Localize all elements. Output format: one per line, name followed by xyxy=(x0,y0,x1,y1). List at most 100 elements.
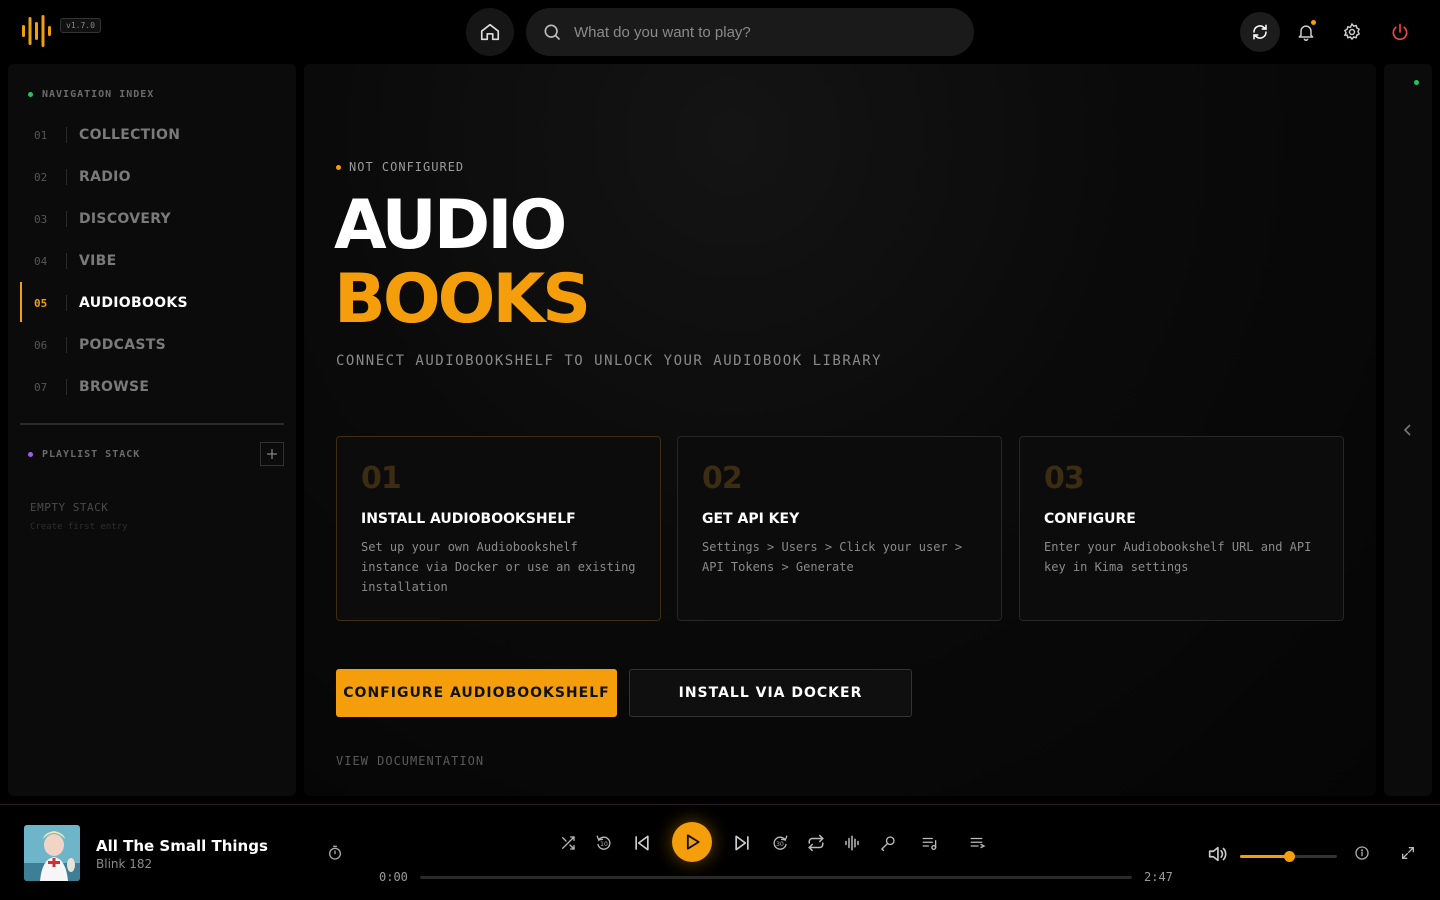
step-description: Settings > Users > Click your user > API… xyxy=(702,540,963,574)
step-number: 01 xyxy=(361,461,402,496)
nav-divider xyxy=(66,211,67,227)
step-title: GET API KEY xyxy=(702,511,800,527)
empty-stack-title: EMPTY STACK xyxy=(30,501,109,514)
player-bar: All The Small Things Blink 182 10 30 0:0… xyxy=(0,804,1440,900)
step-title: CONFIGURE xyxy=(1044,511,1136,527)
step-card-api-key: 02 GET API KEY Settings > Users > Click … xyxy=(677,436,1002,621)
track-title[interactable]: All The Small Things xyxy=(96,837,268,855)
search-icon xyxy=(542,22,562,42)
track-artist[interactable]: Blink 182 xyxy=(96,857,152,871)
configure-audiobookshelf-button[interactable]: CONFIGURE AUDIOBOOKSHELF xyxy=(336,669,617,717)
plus-icon xyxy=(266,448,278,460)
top-bar: v1.7.0 xyxy=(0,0,1440,64)
nav-number: 01 xyxy=(34,128,48,142)
nav-number: 07 xyxy=(34,380,48,394)
bell-icon xyxy=(1296,22,1316,42)
install-via-docker-button[interactable]: INSTALL VIA DOCKER xyxy=(629,669,912,717)
page-title-line1: AUDIO xyxy=(334,186,567,265)
sync-button[interactable] xyxy=(1240,12,1280,52)
nav-divider xyxy=(66,295,67,311)
nav-label: DISCOVERY xyxy=(79,211,171,227)
rewind-10-button[interactable]: 10 xyxy=(592,831,616,855)
status-text: NOT CONFIGURED xyxy=(349,160,465,174)
home-button[interactable] xyxy=(466,8,514,56)
volume-icon[interactable] xyxy=(1206,843,1228,865)
chevron-left-icon[interactable] xyxy=(1400,422,1416,438)
microphone-icon xyxy=(879,834,897,852)
page-subtitle: CONNECT AUDIOBOOKSHELF TO UNLOCK YOUR AU… xyxy=(336,353,883,369)
status-badge: NOT CONFIGURED xyxy=(336,160,464,174)
nav-label: COLLECTION xyxy=(79,127,181,143)
play-button[interactable] xyxy=(672,822,712,862)
sidebar-item-audiobooks[interactable]: 05 AUDIOBOOKS xyxy=(20,282,284,324)
logout-button[interactable] xyxy=(1380,12,1420,52)
step-description: Set up your own Audiobookshelf instance … xyxy=(361,540,636,594)
time-total: 2:47 xyxy=(1144,870,1173,884)
sidebar-item-radio[interactable]: 02 RADIO xyxy=(20,156,284,198)
play-icon xyxy=(682,832,702,852)
sidebar-item-podcasts[interactable]: 06 PODCASTS xyxy=(20,324,284,366)
search-bar[interactable] xyxy=(526,8,974,56)
sleep-timer-icon[interactable] xyxy=(327,845,343,861)
sidebar-item-vibe[interactable]: 04 VIBE xyxy=(20,240,284,282)
next-icon xyxy=(732,833,752,853)
progress-bar[interactable] xyxy=(420,876,1132,879)
notification-dot xyxy=(1311,20,1316,25)
add-playlist-button[interactable] xyxy=(260,442,284,466)
version-badge: v1.7.0 xyxy=(60,18,101,33)
nav-divider xyxy=(66,253,67,269)
queue-button[interactable] xyxy=(966,831,990,855)
nav-label: VIBE xyxy=(79,253,117,269)
status-dot xyxy=(1414,80,1419,85)
step-card-install: 01 INSTALL AUDIOBOOKSHELF Set up your ow… xyxy=(336,436,661,621)
step-description: Enter your Audiobookshelf URL and API ke… xyxy=(1044,540,1312,574)
sidebar-item-browse[interactable]: 07 BROWSE xyxy=(20,366,284,408)
notifications-button[interactable] xyxy=(1286,12,1326,52)
sidebar-item-discovery[interactable]: 03 DISCOVERY xyxy=(20,198,284,240)
expand-icon[interactable] xyxy=(1400,845,1416,861)
step-title: INSTALL AUDIOBOOKSHELF xyxy=(361,511,576,527)
svg-text:10: 10 xyxy=(600,841,608,848)
rewind-10-icon: 10 xyxy=(595,834,613,852)
waveform-icon xyxy=(843,834,861,852)
status-dot xyxy=(336,164,341,170)
shuffle-button[interactable] xyxy=(556,831,580,855)
view-documentation-link[interactable]: VIEW DOCUMENTATION xyxy=(336,754,484,768)
nav-number: 03 xyxy=(34,212,48,226)
nav-list: 01 COLLECTION 02 RADIO 03 DISCOVERY 04 V… xyxy=(20,114,284,408)
playlist-music-icon xyxy=(921,834,939,852)
sidebar: NAVIGATION INDEX 01 COLLECTION 02 RADIO … xyxy=(8,64,296,796)
info-icon[interactable] xyxy=(1354,845,1370,861)
album-cover[interactable] xyxy=(24,825,80,881)
repeat-button[interactable] xyxy=(804,831,828,855)
nav-divider xyxy=(66,127,67,143)
sidebar-item-collection[interactable]: 01 COLLECTION xyxy=(20,114,284,156)
nav-number: 05 xyxy=(34,296,48,310)
volume-slider[interactable] xyxy=(1240,851,1337,862)
nav-label: RADIO xyxy=(79,169,131,185)
nav-label: BROWSE xyxy=(79,379,150,395)
forward-30-button[interactable]: 30 xyxy=(768,831,792,855)
nav-divider xyxy=(66,379,67,395)
nav-section-title: NAVIGATION INDEX xyxy=(42,89,155,100)
nav-number: 04 xyxy=(34,254,48,268)
volume-fill xyxy=(1240,855,1289,858)
step-number: 02 xyxy=(702,461,743,496)
app-logo-icon[interactable] xyxy=(20,14,52,48)
settings-button[interactable] xyxy=(1332,12,1372,52)
step-number: 03 xyxy=(1044,461,1085,496)
search-input[interactable] xyxy=(574,23,954,41)
playlist-section-title: PLAYLIST STACK xyxy=(42,449,141,460)
playlist-section-header: PLAYLIST STACK xyxy=(28,449,140,460)
forward-30-icon: 30 xyxy=(771,834,789,852)
playlist-button[interactable] xyxy=(918,831,942,855)
main-content: NOT CONFIGURED AUDIO BOOKS CONNECT AUDIO… xyxy=(304,64,1376,796)
lyrics-button[interactable] xyxy=(876,831,900,855)
visualizer-button[interactable] xyxy=(840,831,864,855)
previous-button[interactable] xyxy=(630,831,654,855)
sync-icon xyxy=(1251,23,1269,41)
volume-handle[interactable] xyxy=(1283,851,1295,862)
previous-icon xyxy=(632,833,652,853)
queue-icon xyxy=(969,834,987,852)
next-button[interactable] xyxy=(730,831,754,855)
